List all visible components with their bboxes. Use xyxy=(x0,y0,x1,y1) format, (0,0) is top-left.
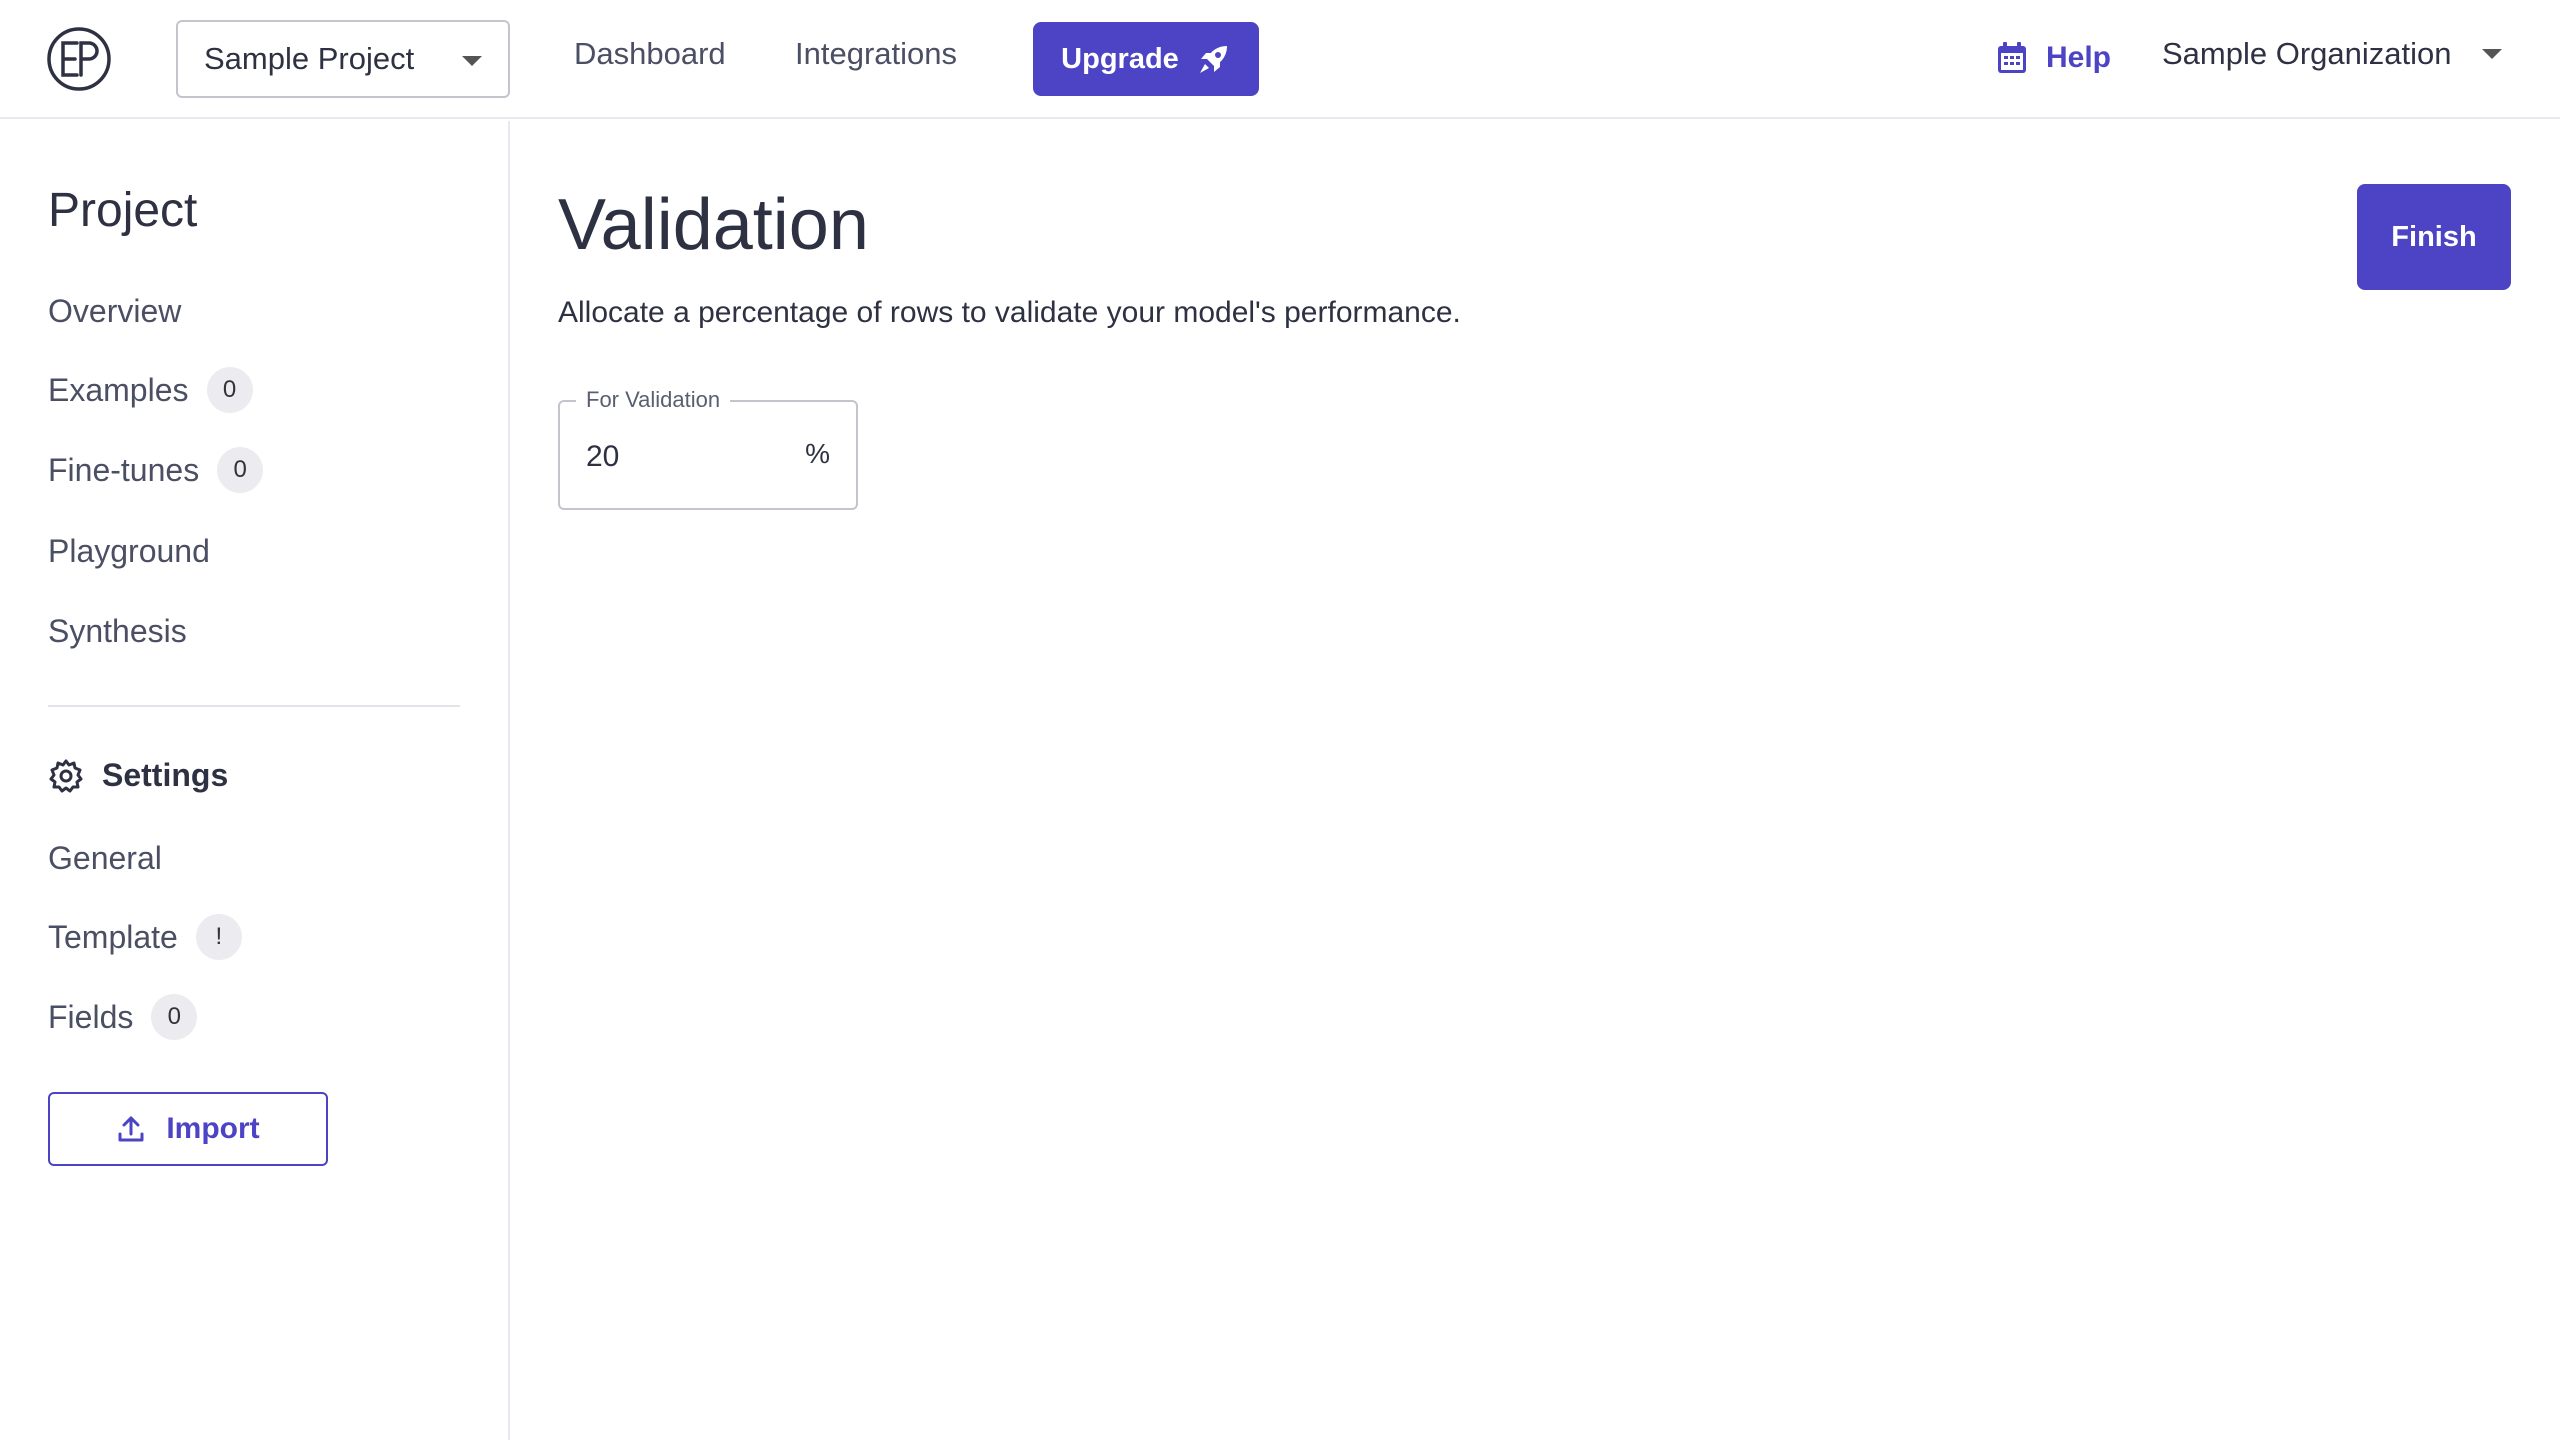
sidebar: Project Overview Examples 0 Fine-tunes 0… xyxy=(0,121,510,1440)
count-badge: 0 xyxy=(217,447,264,493)
settings-heading: Settings xyxy=(48,757,228,794)
sidebar-item-label: Playground xyxy=(48,533,210,569)
validation-percentage-field[interactable]: For Validation % xyxy=(558,387,858,510)
organization-label: Sample Organization xyxy=(2162,36,2452,71)
sidebar-item-template[interactable]: Template ! xyxy=(48,914,242,960)
top-bar: Sample Project Dashboard Integrations Up… xyxy=(0,0,2560,119)
organization-selector[interactable]: Sample Organization xyxy=(2162,36,2502,72)
sidebar-item-playground[interactable]: Playground xyxy=(48,533,210,570)
page-description: Allocate a percentage of rows to validat… xyxy=(558,296,1461,329)
settings-label: Settings xyxy=(102,757,229,793)
sidebar-item-label: Template xyxy=(48,918,178,955)
import-button[interactable]: Import xyxy=(48,1092,328,1166)
sidebar-divider xyxy=(48,705,460,707)
sidebar-item-examples[interactable]: Examples 0 xyxy=(48,367,253,413)
warning-badge: ! xyxy=(195,914,242,960)
chevron-down-icon xyxy=(2481,49,2502,59)
upload-icon xyxy=(118,1116,144,1142)
help-link[interactable]: Help xyxy=(1996,30,2111,86)
upgrade-label: Upgrade xyxy=(1061,42,1179,75)
sidebar-title: Project xyxy=(48,184,198,237)
rocket-icon xyxy=(1199,46,1227,73)
sidebar-item-label: Synthesis xyxy=(48,613,187,649)
help-label: Help xyxy=(2046,41,2112,74)
import-label: Import xyxy=(166,1112,260,1145)
calendar-icon xyxy=(1998,42,2026,73)
sidebar-item-fields[interactable]: Fields 0 xyxy=(48,994,198,1040)
sidebar-item-label: Examples xyxy=(48,371,189,408)
finish-button[interactable]: Finish xyxy=(2357,184,2511,290)
sidebar-item-label: Overview xyxy=(48,293,182,329)
sidebar-item-label: Fine-tunes xyxy=(48,451,200,488)
project-selector[interactable]: Sample Project xyxy=(176,20,510,98)
validation-field-label: For Validation xyxy=(576,387,731,413)
page-title: Validation xyxy=(558,185,869,265)
nav-integrations[interactable]: Integrations xyxy=(795,36,957,72)
chevron-down-icon xyxy=(462,56,482,66)
project-selector-label: Sample Project xyxy=(204,41,415,76)
sidebar-item-general[interactable]: General xyxy=(48,840,162,877)
percent-suffix: % xyxy=(805,438,830,469)
gear-icon xyxy=(49,759,83,792)
sidebar-item-label: General xyxy=(48,840,162,876)
sidebar-item-label: Fields xyxy=(48,998,134,1035)
sidebar-item-synthesis[interactable]: Synthesis xyxy=(48,613,187,650)
count-badge: 0 xyxy=(151,994,198,1040)
sidebar-item-fine-tunes[interactable]: Fine-tunes 0 xyxy=(48,447,264,493)
validation-percentage-input[interactable] xyxy=(586,432,786,482)
ep-logo-icon[interactable] xyxy=(46,26,112,92)
count-badge: 0 xyxy=(206,367,253,413)
upgrade-button[interactable]: Upgrade xyxy=(1033,22,1259,96)
nav-dashboard[interactable]: Dashboard xyxy=(574,36,726,72)
sidebar-item-overview[interactable]: Overview xyxy=(48,293,181,330)
